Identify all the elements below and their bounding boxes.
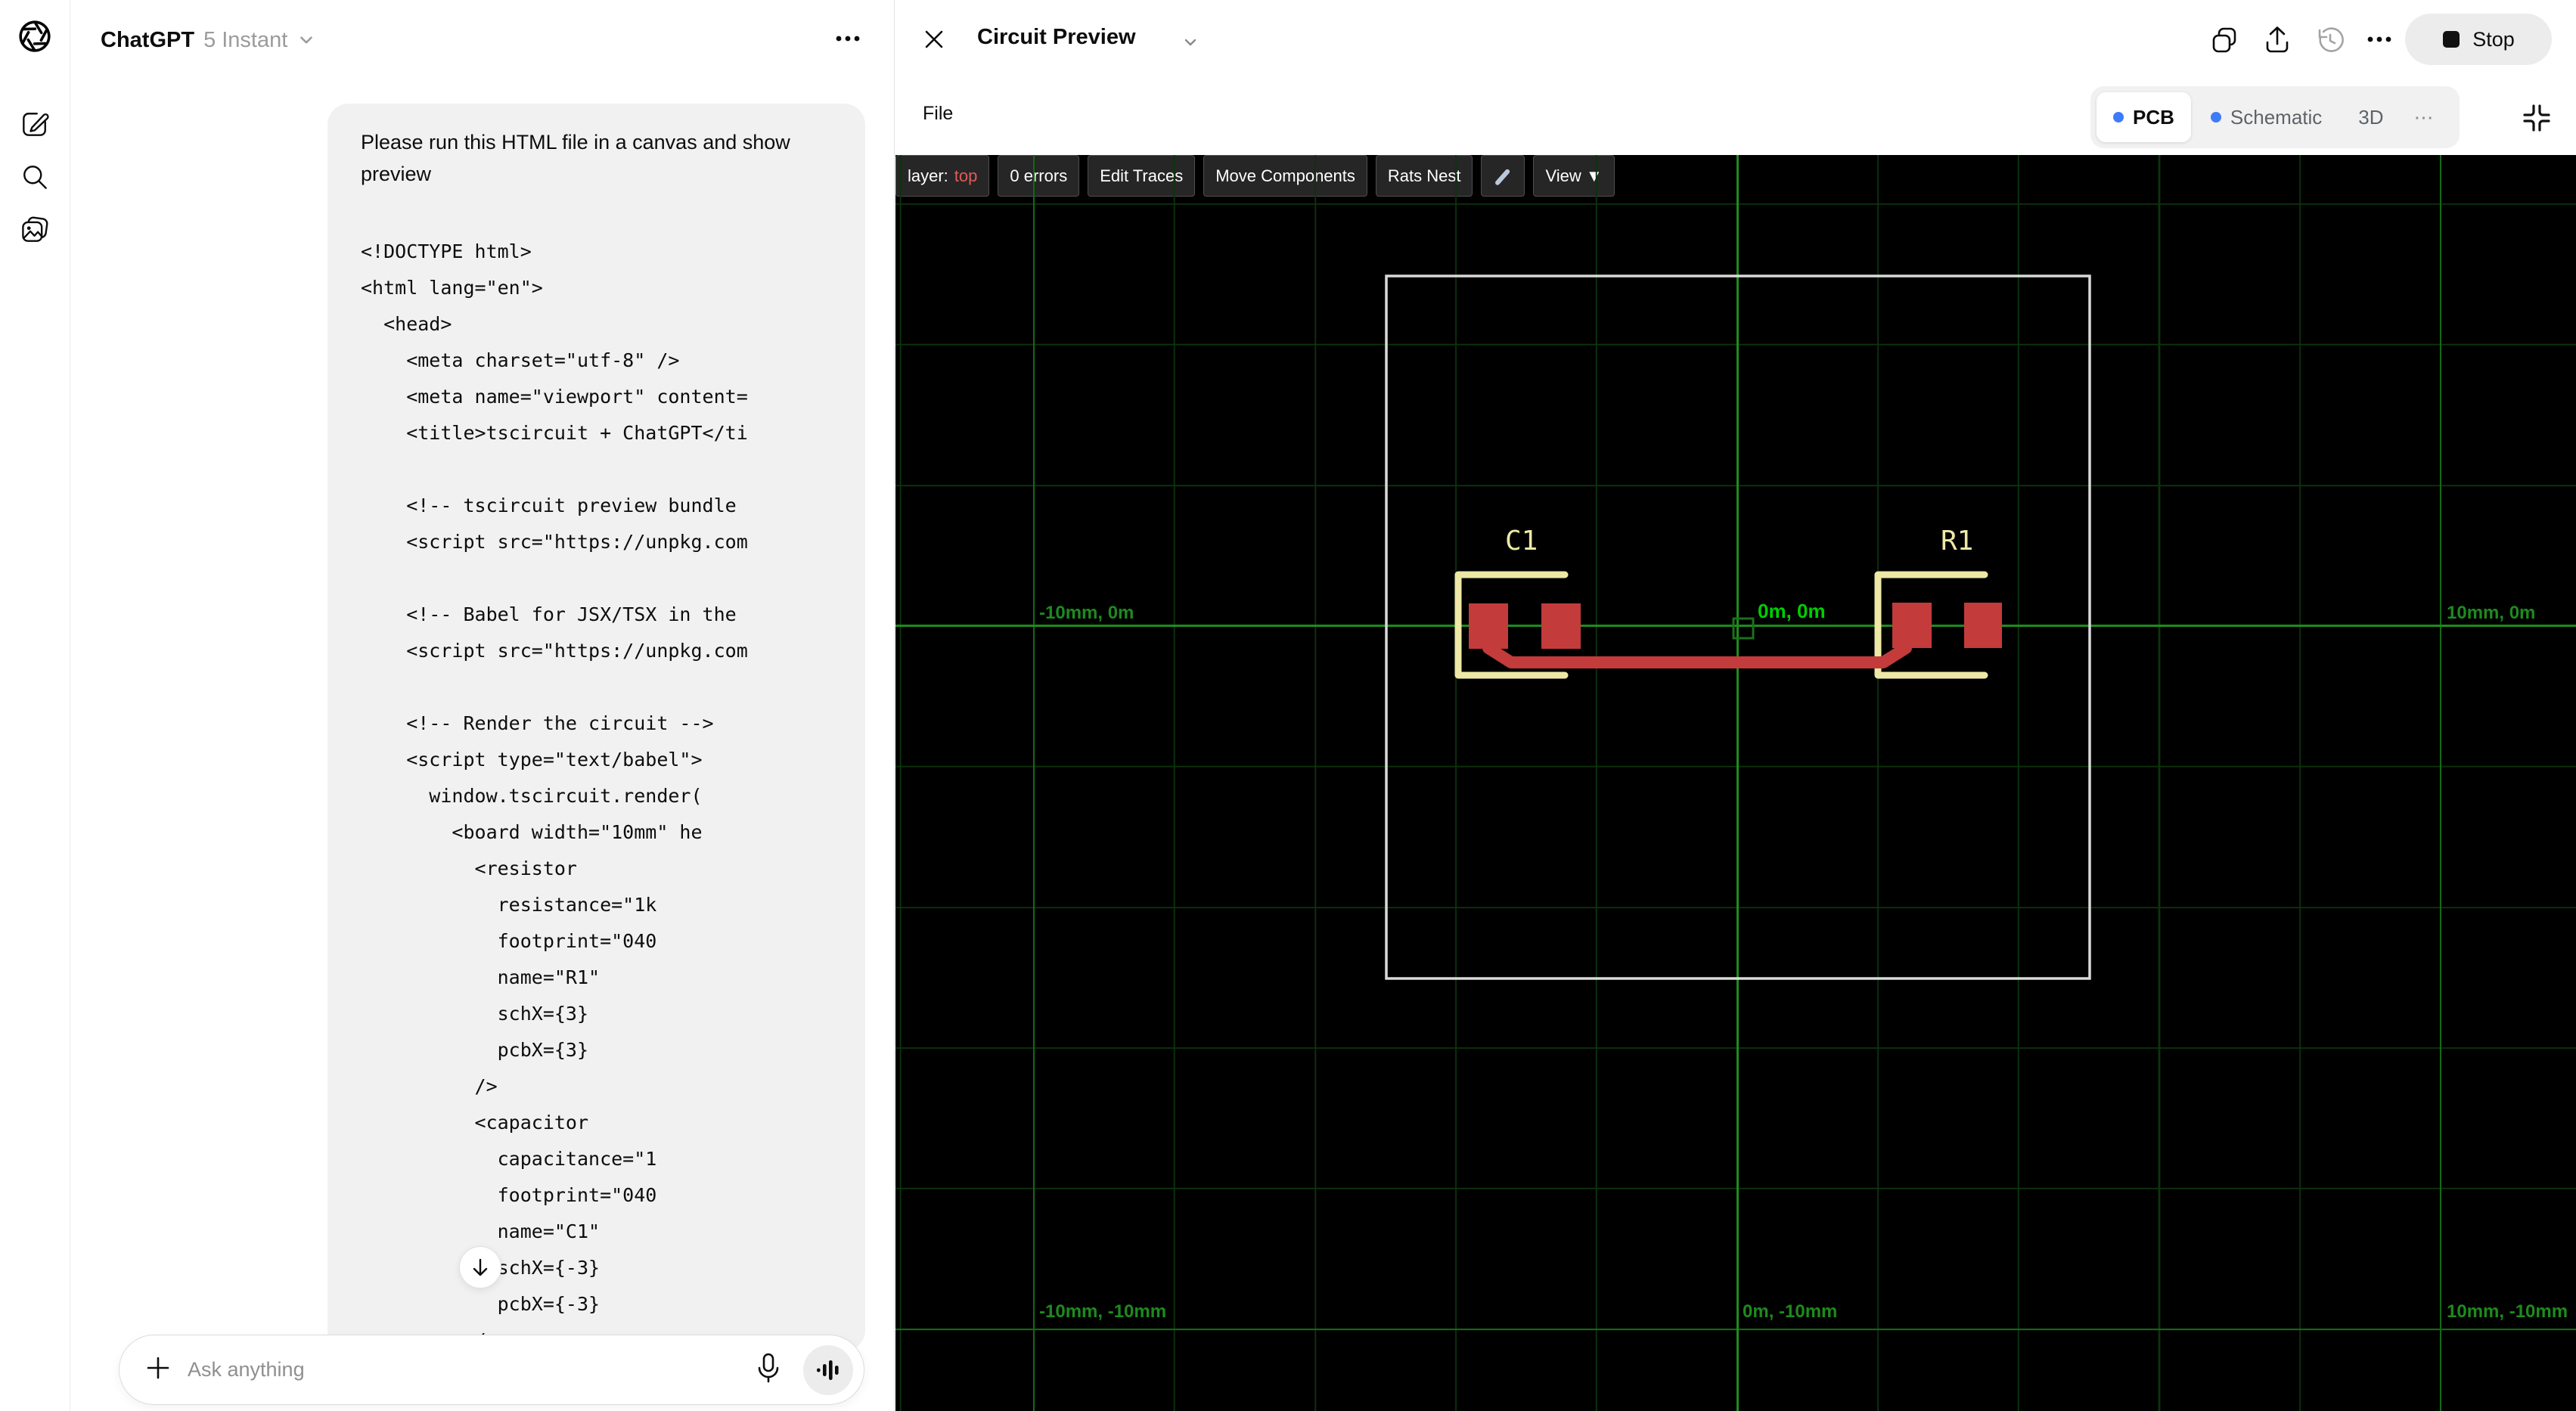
openai-logo-icon bbox=[19, 20, 51, 52]
view-switcher: PCB Schematic 3D ⋯ bbox=[2090, 86, 2460, 148]
tab-schematic-label: Schematic bbox=[2230, 105, 2323, 129]
tab-schematic[interactable]: Schematic bbox=[2194, 92, 2339, 142]
chat-more-button[interactable] bbox=[833, 27, 863, 54]
pcb-status-dot bbox=[2113, 112, 2124, 122]
plus-icon bbox=[147, 1357, 169, 1379]
model-chevron-down-icon[interactable] bbox=[296, 30, 316, 50]
exit-fullscreen-button[interactable] bbox=[2519, 100, 2555, 140]
canvas-more-button[interactable] bbox=[2364, 30, 2396, 62]
user-message-bubble: Please run this HTML file in a canvas an… bbox=[327, 104, 865, 1351]
library-icon bbox=[22, 216, 48, 242]
coord-bottom-center-label: 0m, -10mm bbox=[1743, 1301, 1838, 1322]
search-button[interactable] bbox=[17, 159, 53, 195]
share-canvas-button[interactable] bbox=[2261, 24, 2293, 56]
chat-panel: ChatGPT 5 Instant Please run this HTML f… bbox=[70, 0, 895, 1411]
c1-label: C1 bbox=[1505, 526, 1538, 557]
attach-button[interactable] bbox=[145, 1355, 171, 1385]
message-input[interactable] bbox=[188, 1358, 753, 1382]
voice-mode-button[interactable] bbox=[803, 1344, 853, 1395]
history-icon bbox=[2318, 27, 2344, 52]
new-chat-icon bbox=[23, 113, 49, 136]
view-switcher-more-button[interactable]: ⋯ bbox=[2404, 106, 2446, 129]
search-icon bbox=[23, 166, 47, 189]
voice-mode-icon bbox=[817, 1360, 839, 1380]
canvas-panel: Circuit Preview Stop File PCB Schematic … bbox=[895, 0, 2576, 1411]
copy-icon bbox=[2212, 27, 2236, 53]
app-title: ChatGPT bbox=[101, 27, 195, 52]
canvas-title-chevron-icon[interactable] bbox=[1181, 33, 1200, 55]
dictate-button[interactable] bbox=[753, 1351, 784, 1388]
r1-label: R1 bbox=[1941, 526, 1974, 557]
r1-pad-2[interactable] bbox=[1964, 603, 2002, 648]
microphone-icon bbox=[758, 1353, 779, 1383]
composer bbox=[119, 1335, 864, 1405]
c1-pad-2[interactable] bbox=[1541, 603, 1581, 649]
origin-marker bbox=[1732, 617, 1755, 640]
stop-label: Stop bbox=[2472, 27, 2515, 51]
code-block: <!DOCTYPE html> <html lang="en"> <head> … bbox=[361, 240, 748, 1351]
tab-pcb-label: PCB bbox=[2133, 105, 2174, 129]
user-message-text: Please run this HTML file in a canvas an… bbox=[361, 131, 790, 185]
library-button[interactable] bbox=[17, 212, 53, 248]
pcb-viewport[interactable]: C1 R1 0m, 0m -10mm, 0m 10mm, 0m -10mm, -… bbox=[895, 155, 2576, 1411]
close-icon bbox=[925, 30, 943, 48]
c1-pad-1[interactable] bbox=[1469, 603, 1508, 649]
tab-pcb[interactable]: PCB bbox=[2096, 92, 2191, 142]
stop-square-icon bbox=[2443, 31, 2460, 48]
model-name[interactable]: 5 Instant bbox=[203, 28, 287, 53]
schematic-status-dot bbox=[2210, 112, 2221, 122]
coord-mid-right-label: 10mm, 0m bbox=[2447, 603, 2536, 623]
openai-logo bbox=[17, 18, 53, 54]
app-sidebar bbox=[0, 0, 70, 1411]
copy-canvas-button[interactable] bbox=[2208, 24, 2240, 56]
tab-3d-label: 3D bbox=[2358, 105, 2384, 129]
fullscreen-exit-icon bbox=[2523, 104, 2550, 132]
more-horizontal-icon bbox=[2367, 36, 2391, 42]
chat-header: ChatGPT 5 Instant bbox=[101, 23, 316, 57]
scroll-to-bottom-button[interactable] bbox=[459, 1246, 501, 1289]
tab-3d[interactable]: 3D bbox=[2342, 92, 2400, 142]
more-horizontal-icon bbox=[836, 36, 860, 42]
new-chat-button[interactable] bbox=[17, 106, 53, 142]
canvas-header: Circuit Preview Stop bbox=[895, 0, 2576, 79]
arrow-down-icon bbox=[473, 1258, 488, 1276]
stop-button[interactable]: Stop bbox=[2405, 14, 2552, 65]
coord-origin-label: 0m, 0m bbox=[1758, 600, 1826, 622]
coord-bottom-left-label: -10mm, -10mm bbox=[1039, 1301, 1167, 1322]
history-button[interactable] bbox=[2314, 24, 2346, 56]
pcb-drawing bbox=[1385, 274, 2091, 980]
coord-bottom-right-label: 10mm, -10mm bbox=[2447, 1301, 2568, 1322]
share-upload-icon bbox=[2266, 26, 2289, 53]
canvas-title[interactable]: Circuit Preview bbox=[977, 25, 1136, 50]
coord-mid-left-label: -10mm, 0m bbox=[1039, 603, 1134, 623]
close-canvas-button[interactable] bbox=[923, 28, 945, 54]
r1-pad-1[interactable] bbox=[1892, 603, 1932, 648]
file-menu[interactable]: File bbox=[923, 103, 953, 125]
